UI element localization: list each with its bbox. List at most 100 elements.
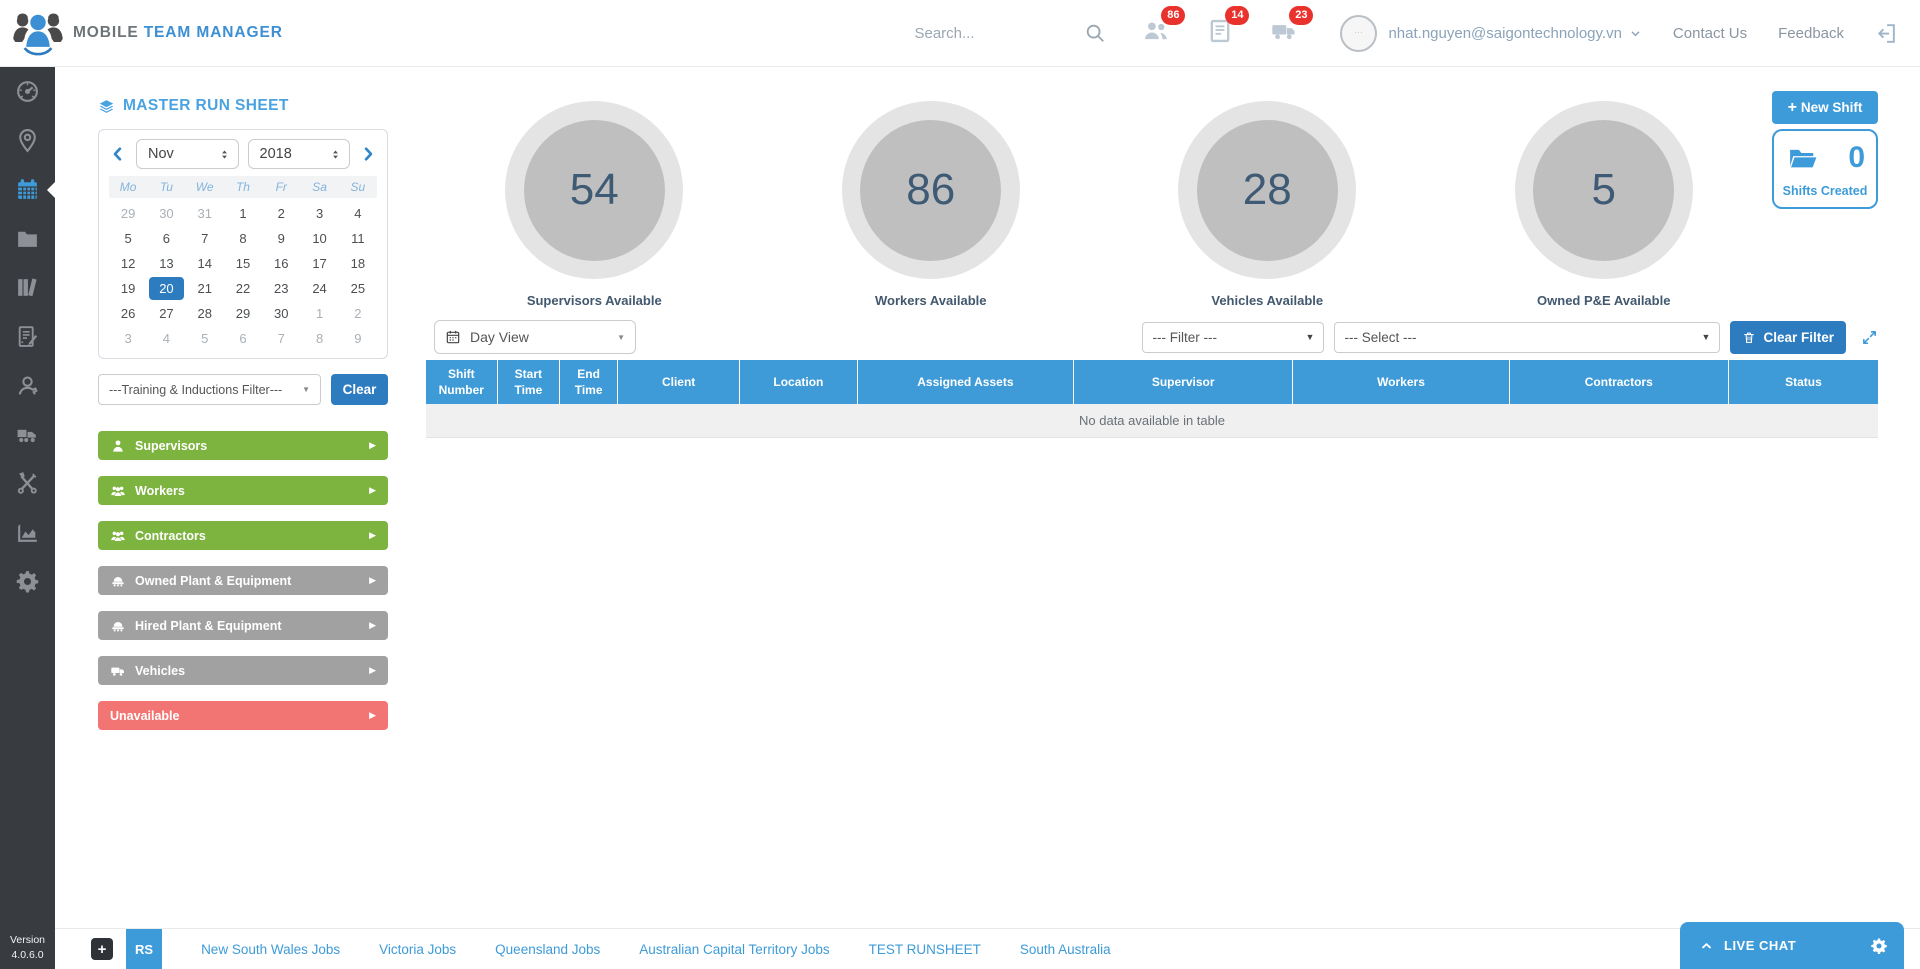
column-header[interactable]: Start Time xyxy=(497,360,559,404)
column-header[interactable]: Status xyxy=(1728,360,1878,404)
column-header[interactable]: Assigned Assets xyxy=(857,360,1073,404)
sidebar-item-library[interactable] xyxy=(0,263,55,312)
panel-workers[interactable]: Workers▶ xyxy=(98,476,388,505)
calendar-day[interactable]: 6 xyxy=(149,227,183,250)
month-select[interactable]: Nov xyxy=(136,139,239,169)
sidebar-item-people[interactable] xyxy=(0,361,55,410)
calendar-day[interactable]: 25 xyxy=(341,277,375,300)
add-tab-button[interactable]: + xyxy=(91,938,113,960)
sidebar-item-documents[interactable] xyxy=(0,214,55,263)
day-view-select[interactable]: Day View ▼ xyxy=(434,320,636,354)
search-icon[interactable] xyxy=(1084,22,1106,44)
calendar-day[interactable]: 31 xyxy=(188,202,222,225)
tab-test-runsheet[interactable]: TEST RUNSHEET xyxy=(869,942,981,957)
calendar-day[interactable]: 3 xyxy=(302,202,336,225)
calendar-day[interactable]: 9 xyxy=(341,327,375,350)
calendar-day[interactable]: 6 xyxy=(226,327,260,350)
calendar-day[interactable]: 30 xyxy=(149,202,183,225)
tab-rs[interactable]: RS xyxy=(126,929,162,969)
calendar-day[interactable]: 2 xyxy=(341,302,375,325)
calendar-day[interactable]: 1 xyxy=(302,302,336,325)
calendar-day[interactable]: 2 xyxy=(264,202,298,225)
live-chat-bar[interactable]: LIVE CHAT xyxy=(1680,922,1904,969)
column-header[interactable]: Workers xyxy=(1293,360,1509,404)
sidebar-item-reports[interactable] xyxy=(0,508,55,557)
calendar-day[interactable]: 4 xyxy=(341,202,375,225)
calendar-day[interactable]: 5 xyxy=(111,227,145,250)
clear-button[interactable]: Clear xyxy=(331,374,388,405)
sidebar-item-forms[interactable] xyxy=(0,312,55,361)
calendar-day[interactable]: 18 xyxy=(341,252,375,275)
calendar-day[interactable]: 9 xyxy=(264,227,298,250)
tab-australian-capital-territory-jobs[interactable]: Australian Capital Territory Jobs xyxy=(639,942,829,957)
tab-victoria-jobs[interactable]: Victoria Jobs xyxy=(379,942,456,957)
tab-new-south-wales-jobs[interactable]: New South Wales Jobs xyxy=(201,942,340,957)
sidebar-item-dashboard[interactable] xyxy=(0,67,55,116)
tab-south-australia[interactable]: South Australia xyxy=(1020,942,1111,957)
calendar-day[interactable]: 23 xyxy=(264,277,298,300)
calendar-day[interactable]: 8 xyxy=(226,227,260,250)
contact-us-link[interactable]: Contact Us xyxy=(1673,25,1747,42)
calendar-day[interactable]: 8 xyxy=(302,327,336,350)
feedback-link[interactable]: Feedback xyxy=(1778,25,1844,42)
calendar-day[interactable]: 21 xyxy=(188,277,222,300)
logout-icon[interactable] xyxy=(1873,21,1898,46)
panel-contractors[interactable]: Contractors▶ xyxy=(98,521,388,550)
year-select[interactable]: 2018 xyxy=(248,139,351,169)
panel-owned-plant-equipment[interactable]: Owned Plant & Equipment▶ xyxy=(98,566,388,595)
shifts-created-box[interactable]: 0 Shifts Created xyxy=(1772,129,1878,209)
calendar-day[interactable]: 7 xyxy=(264,327,298,350)
calendar-day[interactable]: 24 xyxy=(302,277,336,300)
users-group-button[interactable]: 86 xyxy=(1142,17,1170,50)
column-header[interactable]: Contractors xyxy=(1509,360,1728,404)
panel-hired-plant-equipment[interactable]: Hired Plant & Equipment▶ xyxy=(98,611,388,640)
sidebar-item-plant[interactable] xyxy=(0,410,55,459)
calendar-day[interactable]: 26 xyxy=(111,302,145,325)
calendar-day[interactable]: 4 xyxy=(149,327,183,350)
calendar-day[interactable]: 12 xyxy=(111,252,145,275)
chevron-down-icon[interactable] xyxy=(1629,27,1642,40)
user-email[interactable]: nhat.nguyen@saigontechnology.vn xyxy=(1388,25,1621,42)
calendar-day[interactable]: 5 xyxy=(188,327,222,350)
column-header[interactable]: Location xyxy=(740,360,858,404)
sidebar-item-runsheet[interactable] xyxy=(0,165,55,214)
clear-filter-button[interactable]: Clear Filter xyxy=(1730,321,1846,354)
calendar-day[interactable]: 19 xyxy=(111,277,145,300)
expand-icon[interactable] xyxy=(1861,329,1878,346)
calendar-day[interactable]: 27 xyxy=(149,302,183,325)
calendar-day[interactable]: 17 xyxy=(302,252,336,275)
sidebar-item-tools[interactable] xyxy=(0,459,55,508)
calendar-day[interactable]: 28 xyxy=(188,302,222,325)
calendar-day[interactable]: 29 xyxy=(226,302,260,325)
calendar-day[interactable]: 16 xyxy=(264,252,298,275)
column-header[interactable]: Client xyxy=(618,360,740,404)
calendar-day[interactable]: 22 xyxy=(226,277,260,300)
panel-vehicles[interactable]: Vehicles▶ xyxy=(98,656,388,685)
training-inductions-filter-select[interactable]: ---Training & Inductions Filter--- ▼ xyxy=(98,374,321,405)
truck-button[interactable]: 23 xyxy=(1270,17,1298,50)
sidebar-item-locations[interactable] xyxy=(0,116,55,165)
column-header[interactable]: Supervisor xyxy=(1074,360,1293,404)
filter-select[interactable]: --- Filter --- ▼ xyxy=(1142,322,1324,353)
calendar-day[interactable]: 1 xyxy=(226,202,260,225)
panel-supervisors[interactable]: Supervisors▶ xyxy=(98,431,388,460)
calendar-day[interactable]: 11 xyxy=(341,227,375,250)
clipboard-button[interactable]: 14 xyxy=(1206,17,1234,50)
column-header[interactable]: End Time xyxy=(560,360,618,404)
next-month-icon[interactable] xyxy=(359,145,377,163)
panel-unavailable[interactable]: Unavailable▶ xyxy=(98,701,388,730)
search-input[interactable] xyxy=(914,25,1082,42)
new-shift-button[interactable]: + New Shift xyxy=(1772,91,1878,124)
calendar-day[interactable]: 7 xyxy=(188,227,222,250)
calendar-day[interactable]: 14 xyxy=(188,252,222,275)
column-header[interactable]: Shift Number xyxy=(426,360,497,404)
value-select[interactable]: --- Select --- ▼ xyxy=(1334,322,1720,353)
gear-icon[interactable] xyxy=(1870,937,1888,955)
prev-month-icon[interactable] xyxy=(109,145,127,163)
calendar-day[interactable]: 20 xyxy=(149,277,183,300)
brand[interactable]: MOBILETEAM MANAGER xyxy=(12,10,283,56)
calendar-day[interactable]: 30 xyxy=(264,302,298,325)
calendar-day[interactable]: 3 xyxy=(111,327,145,350)
calendar-day[interactable]: 10 xyxy=(302,227,336,250)
tab-queensland-jobs[interactable]: Queensland Jobs xyxy=(495,942,600,957)
